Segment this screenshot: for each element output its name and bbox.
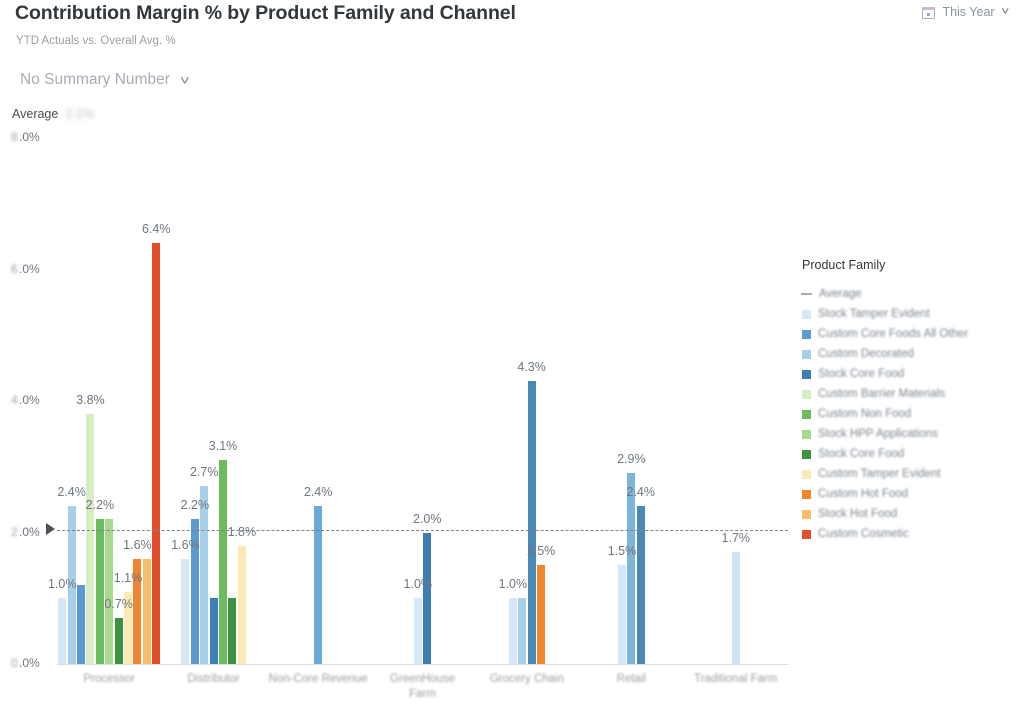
bar-value-label: 2.4% (626, 485, 656, 500)
bar-value-label: 1.5% (526, 544, 556, 559)
bar[interactable] (731, 552, 740, 664)
bar-value-label: 1.5% (607, 544, 637, 559)
bar-value-label: 1.7% (721, 531, 751, 546)
bar-value-label: 1.0% (498, 577, 528, 592)
bar[interactable] (413, 598, 422, 664)
chart-card: Contribution Margin % by Product Family … (0, 0, 1020, 720)
legend-swatch-icon (802, 409, 811, 419)
legend-item-label: Average (819, 288, 862, 300)
legend-item[interactable]: Custom Tamper Evident (802, 464, 1012, 484)
legend-item[interactable]: Stock HPP Applications (802, 424, 1012, 444)
legend-item[interactable]: Custom Hot Food (802, 484, 1012, 504)
legend-item-label: Custom Core Foods All Other (818, 328, 969, 340)
legend-item-label: Custom Decorated (818, 348, 914, 360)
bar-value-label: 2.0% (412, 511, 442, 526)
bar[interactable] (77, 585, 85, 664)
bar[interactable] (114, 617, 123, 664)
bar-value-label: 2.2% (85, 498, 115, 513)
legend-item[interactable]: Average (801, 284, 1012, 304)
legend-item[interactable]: Custom Decorated (802, 344, 1012, 364)
bar[interactable] (142, 558, 151, 664)
bar[interactable] (181, 558, 190, 664)
bar-value-label: 6.4% (141, 222, 171, 237)
legend-swatch-icon (802, 429, 811, 439)
legend-item-label: Stock HPP Applications (818, 428, 938, 440)
x-axis-line (57, 664, 788, 665)
legend-swatch-icon (802, 349, 811, 359)
legend-swatch-icon (802, 489, 811, 499)
bar-value-label: 2.4% (57, 485, 86, 500)
bar-value-label: 1.8% (227, 524, 257, 539)
legend-title: Product Family (802, 258, 886, 272)
average-marker-icon (46, 523, 55, 535)
bar-value-label: 4.3% (517, 360, 546, 375)
bar[interactable] (537, 565, 546, 664)
x-axis-tick-label: Retail (616, 673, 647, 685)
bar[interactable] (527, 381, 536, 664)
bar[interactable] (617, 565, 626, 664)
bar-value-label: 1.0% (47, 577, 77, 592)
legend-item[interactable]: Custom Non Food (802, 404, 1012, 424)
legend-item-label: Stock Hot Food (818, 508, 898, 520)
bar[interactable] (58, 598, 67, 664)
bar[interactable] (423, 532, 432, 664)
bar-value-label: 3.1% (208, 439, 238, 454)
bar[interactable] (508, 598, 517, 664)
legend-swatch-icon (802, 369, 811, 379)
legend-swatch-icon (802, 509, 811, 519)
bar-value-label: 1.6% (171, 537, 200, 552)
bar-value-label: 2.4% (303, 485, 333, 500)
legend-item[interactable]: Stock Core Food (802, 444, 1012, 464)
legend-item[interactable]: Stock Core Food (802, 364, 1012, 384)
bar-value-label: 1.6% (123, 537, 152, 552)
bar[interactable] (219, 460, 228, 664)
legend-item[interactable]: Custom Cosmetic (802, 524, 1012, 544)
x-axis-tick-label: GreenHouse Farm (389, 673, 456, 700)
legend-item-label: Custom Non Food (818, 408, 912, 420)
legend-swatch-icon (802, 449, 811, 459)
legend-swatch-icon (802, 469, 811, 479)
legend-item-label: Stock Core Food (818, 368, 905, 380)
legend-swatch-icon (802, 389, 811, 399)
bar[interactable] (95, 519, 104, 664)
legend-item-label: Custom Cosmetic (818, 528, 909, 540)
bar-value-label: 0.7% (104, 596, 133, 611)
legend-item-label: Custom Hot Food (818, 488, 909, 500)
bar-value-label: 1.0% (403, 577, 433, 592)
x-axis-tick-label: Non-Core Revenue (268, 673, 368, 685)
legend-swatch-icon (801, 293, 812, 295)
bar[interactable] (209, 598, 218, 664)
legend-item[interactable]: Custom Barrier Materials (802, 384, 1012, 404)
x-axis-tick-label: Distributor (187, 673, 240, 685)
bar-value-label: 2.9% (617, 452, 646, 467)
bar[interactable] (200, 486, 209, 664)
x-axis-tick-label: Processor (83, 673, 136, 685)
bar[interactable] (86, 414, 95, 664)
bar[interactable] (627, 473, 636, 664)
x-axis-tick-label: Traditional Farm (694, 673, 778, 685)
bar[interactable] (152, 243, 161, 664)
legend-swatch-icon (802, 529, 811, 539)
x-axis-tick-label: Grocery Chain (489, 673, 564, 685)
bar-value-label: 2.2% (180, 498, 210, 513)
average-reference-line (57, 530, 788, 531)
bar-value-label: 3.8% (76, 393, 105, 408)
bar-value-label: 1.1% (113, 570, 143, 585)
legend-item-label: Custom Tamper Evident (818, 468, 941, 480)
legend-item-label: Stock Core Food (818, 448, 905, 460)
legend-item-label: Stock Tamper Evident (818, 308, 930, 320)
bar[interactable] (105, 519, 114, 664)
bar-value-label: 2.7% (189, 465, 219, 480)
legend-item[interactable]: Custom Core Foods All Other (802, 324, 1012, 344)
legend-swatch-icon (802, 329, 811, 339)
legend-item-label: Custom Barrier Materials (818, 388, 946, 400)
legend-swatch-icon (802, 309, 811, 319)
bar[interactable] (518, 598, 527, 664)
legend-item[interactable]: Stock Tamper Evident (802, 304, 1012, 324)
legend-item[interactable]: Stock Hot Food (802, 504, 1012, 524)
bar[interactable] (237, 545, 246, 664)
legend: Product Family Average Stock Tamper Evide… (801, 258, 1012, 544)
bar[interactable] (228, 598, 237, 664)
